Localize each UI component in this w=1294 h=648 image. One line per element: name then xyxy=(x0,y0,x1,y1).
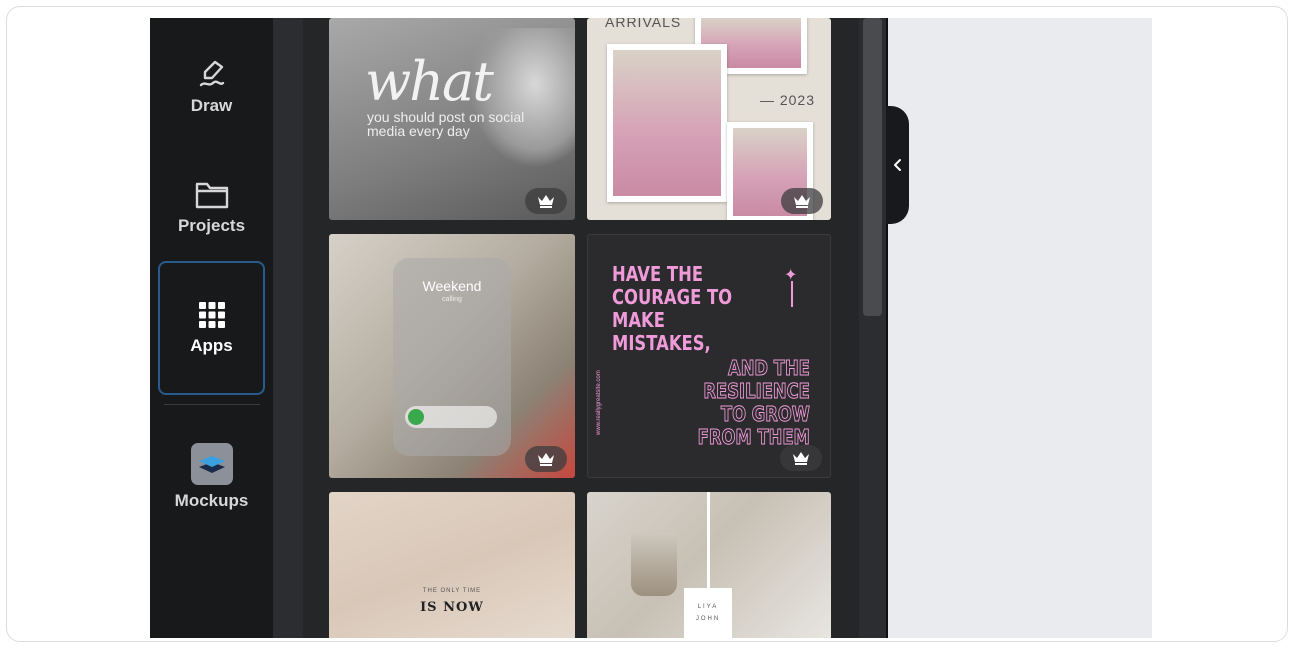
collapse-panel-button[interactable] xyxy=(886,106,909,224)
template-tile-coffee[interactable]: LIYA JOHN xyxy=(587,492,831,638)
slide-to-answer xyxy=(405,406,497,428)
crown-icon xyxy=(538,195,554,208)
premium-crown-badge xyxy=(525,188,567,214)
quote-line: HAVE THE xyxy=(612,262,704,286)
rail-label-apps: Apps xyxy=(190,336,233,355)
template-tile-what[interactable]: what you should post on social media eve… xyxy=(329,18,575,220)
draw-icon xyxy=(199,60,224,87)
rail-label-mockups: Mockups xyxy=(174,491,249,510)
tile-heading: ARRIVALS xyxy=(605,18,682,30)
rail-item-draw[interactable]: Draw xyxy=(158,46,265,126)
premium-crown-badge xyxy=(781,188,823,214)
editor-viewport: Draw Projects Apps Mockups what you shou… xyxy=(150,18,1152,638)
sparkle-line xyxy=(791,281,793,307)
tile-headline: what xyxy=(365,50,494,113)
rail-label-projects: Projects xyxy=(177,216,246,235)
panel-gap xyxy=(273,18,303,638)
folder-icon xyxy=(195,182,228,209)
apps-grid-icon xyxy=(198,302,225,328)
quote-line: COURAGE TO xyxy=(612,285,733,309)
tile-side-text: www.reallygreatsite.com xyxy=(596,370,602,435)
crown-icon xyxy=(538,453,554,466)
coffee-cup-photo xyxy=(631,532,677,596)
chevron-left-icon xyxy=(893,159,901,171)
tile-title: Weekend xyxy=(422,278,482,294)
quote-line: AND THE xyxy=(728,356,811,380)
panel-scrollbar[interactable] xyxy=(859,18,886,638)
phone-overlay: Weekend calling xyxy=(393,258,511,456)
rail-label-draw: Draw xyxy=(190,96,233,115)
tile-subtitle: calling xyxy=(442,296,462,303)
phone-icon xyxy=(408,409,424,425)
premium-crown-badge xyxy=(780,445,822,471)
tile-year: — 2023 xyxy=(759,92,815,108)
rail-item-mockups[interactable]: Mockups xyxy=(158,432,265,522)
rail-divider xyxy=(164,404,260,405)
mockups-icon xyxy=(190,443,233,485)
tile-name-label: LIYA JOHN xyxy=(684,588,732,638)
rail-item-projects[interactable]: Projects xyxy=(158,168,265,248)
side-rail: Draw Projects Apps Mockups xyxy=(150,18,273,638)
name-line: LIYA xyxy=(697,604,719,610)
quote-line: RESILIENCE xyxy=(703,379,810,403)
tile-subtitle: you should post on social media every da… xyxy=(367,109,525,139)
template-tile-is-now[interactable]: THE ONLY TIME IS NOW xyxy=(329,492,575,638)
tile-headline: IS NOW xyxy=(420,600,484,615)
quote-line: MISTAKES, xyxy=(612,331,711,355)
tile-photo xyxy=(607,44,727,202)
template-tile-weekend[interactable]: Weekend calling xyxy=(329,234,575,478)
premium-crown-badge xyxy=(525,446,567,472)
tile-quote-top: HAVE THE COURAGE TO MAKE MISTAKES, xyxy=(612,263,732,355)
template-tile-courage[interactable]: HAVE THE COURAGE TO MAKE MISTAKES, ✦ www… xyxy=(587,234,831,478)
rail-item-apps[interactable]: Apps xyxy=(158,261,265,395)
quote-line: TO GROW xyxy=(721,402,811,426)
quote-line: MAKE xyxy=(612,308,665,332)
tile-kicker: THE ONLY TIME xyxy=(422,588,482,594)
template-tile-arrivals[interactable]: ARRIVALS — 2023 xyxy=(587,18,831,220)
tile-quote-bottom: AND THE RESILIENCE TO GROW FROM THEM xyxy=(697,356,811,449)
name-line: JOHN xyxy=(695,616,721,622)
crown-icon xyxy=(794,195,810,208)
crown-icon xyxy=(793,452,809,465)
scroll-thumb[interactable] xyxy=(863,18,882,316)
